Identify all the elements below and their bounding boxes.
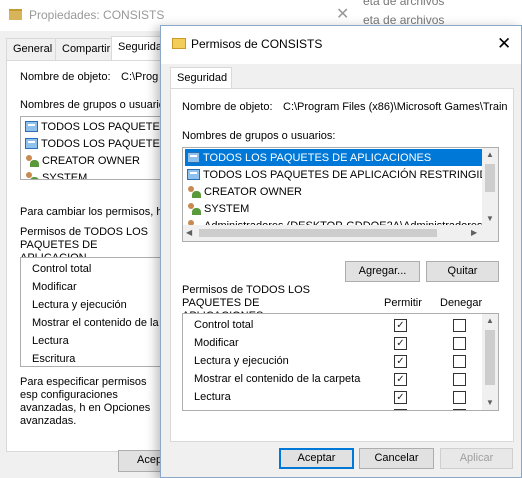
permission-label: Lectura bbox=[32, 335, 69, 347]
scroll-thumb[interactable] bbox=[199, 229, 437, 237]
properties-title: Propiedades: CONSISTS bbox=[29, 8, 165, 22]
deny-checkbox[interactable] bbox=[453, 319, 466, 332]
permission-row: Lectura ✓ bbox=[183, 389, 483, 407]
permission-label: Lectura bbox=[194, 391, 231, 403]
users-list[interactable]: TODOS LOS PAQUETES DE APLICACIONES TODOS… bbox=[182, 147, 499, 242]
scroll-left-icon[interactable]: ◀ bbox=[186, 228, 192, 237]
allow-checkbox[interactable]: ✓ bbox=[394, 373, 407, 386]
scroll-right-icon[interactable]: ▶ bbox=[471, 228, 477, 237]
vertical-scrollbar[interactable]: ▲ ▼ bbox=[482, 314, 498, 410]
list-item[interactable]: TODOS LOS PAQUETE bbox=[25, 135, 160, 152]
users-icon bbox=[187, 202, 201, 215]
object-name-label: Nombre de objeto: bbox=[20, 71, 111, 83]
permission-row: Modificar ✓ bbox=[183, 335, 483, 353]
change-permissions-text: Para cambiar los permisos, ha bbox=[20, 206, 169, 218]
permission-row: Lectura y ejecución ✓ bbox=[183, 353, 483, 371]
permission-row: ✓ bbox=[183, 407, 483, 410]
explorer-item[interactable]: eta de archivos bbox=[363, 0, 444, 8]
permission-label: Modificar bbox=[32, 281, 77, 293]
package-icon bbox=[187, 152, 200, 163]
permissions-list: Control total ✓ Modificar ✓ Lectura y ej… bbox=[182, 313, 499, 411]
permission-label: Control total bbox=[194, 319, 254, 331]
list-item[interactable]: TODOS LOS PAQUETE bbox=[25, 118, 160, 135]
vertical-scrollbar[interactable]: ▲ ▼ bbox=[482, 148, 498, 226]
allow-checkbox[interactable]: ✓ bbox=[394, 409, 407, 410]
list-item[interactable]: TODOS LOS PAQUETES DE APLICACIONES bbox=[185, 149, 483, 166]
ok-button[interactable]: Aceptar bbox=[279, 448, 354, 469]
list-item[interactable]: CREATOR OWNER bbox=[25, 152, 140, 169]
remove-button[interactable]: Quitar bbox=[426, 261, 499, 282]
permission-label: Mostrar el contenido de la carpeta bbox=[194, 373, 361, 385]
cancel-button[interactable]: Cancelar bbox=[359, 448, 434, 469]
users-icon bbox=[25, 154, 39, 167]
allow-checkbox[interactable]: ✓ bbox=[394, 391, 407, 404]
deny-column-header: Denegar bbox=[440, 297, 483, 309]
permission-label: Lectura y ejecución bbox=[194, 355, 289, 367]
scroll-up-icon[interactable]: ▲ bbox=[486, 150, 494, 159]
list-item[interactable]: SYSTEM bbox=[185, 200, 483, 217]
scroll-down-icon[interactable]: ▼ bbox=[486, 398, 494, 407]
package-icon bbox=[187, 169, 200, 180]
dialog-title: Permisos de CONSISTS bbox=[191, 37, 323, 51]
permissions-dialog: Permisos de CONSISTS ✕ Seguridad Nombre … bbox=[160, 25, 522, 478]
allow-checkbox[interactable]: ✓ bbox=[394, 337, 407, 350]
deny-checkbox[interactable] bbox=[453, 391, 466, 404]
dialog-titlebar: Permisos de CONSISTS ✕ bbox=[161, 26, 521, 64]
object-name-value: C:\Prog bbox=[121, 71, 159, 83]
permission-row: Control total ✓ bbox=[183, 317, 483, 335]
add-button[interactable]: Agregar... bbox=[345, 261, 420, 282]
list-item[interactable]: SYSTEM bbox=[25, 169, 87, 179]
allow-checkbox[interactable]: ✓ bbox=[394, 355, 407, 368]
permission-label: Escritura bbox=[32, 353, 76, 365]
folder-icon bbox=[9, 9, 22, 20]
list-item[interactable]: TODOS LOS PAQUETES DE APLICACIÓN RESTRIN… bbox=[185, 166, 487, 183]
folder-icon bbox=[172, 38, 186, 49]
advanced-options-text: Para especificar permisos esp configurac… bbox=[20, 376, 151, 427]
deny-checkbox[interactable] bbox=[453, 355, 466, 368]
scroll-up-icon[interactable]: ▲ bbox=[486, 316, 494, 325]
tab-general[interactable]: General bbox=[6, 38, 60, 60]
deny-checkbox[interactable] bbox=[453, 409, 466, 410]
package-icon bbox=[25, 138, 38, 149]
users-icon bbox=[25, 171, 39, 179]
permission-label: Modificar bbox=[194, 337, 239, 349]
apply-button[interactable]: Aplicar bbox=[440, 448, 513, 469]
list-item[interactable]: CREATOR OWNER bbox=[185, 183, 483, 200]
deny-checkbox[interactable] bbox=[453, 337, 466, 350]
scroll-down-icon[interactable]: ▼ bbox=[486, 214, 494, 223]
allow-column-header: Permitir bbox=[384, 297, 422, 309]
permission-label: Control total bbox=[32, 263, 92, 275]
permission-row: Mostrar el contenido de la carpeta ✓ bbox=[183, 371, 483, 389]
scroll-thumb[interactable] bbox=[485, 164, 495, 192]
object-name-value: C:\Program Files (x86)\Microsoft Games\T… bbox=[283, 101, 508, 113]
groups-label: Nombres de grupos o usuarios: bbox=[20, 99, 174, 111]
horizontal-scrollbar[interactable]: ◀ ▶ bbox=[183, 225, 483, 241]
groups-label: Nombres de grupos o usuarios: bbox=[182, 130, 336, 142]
users-list[interactable]: TODOS LOS PAQUETE TODOS LOS PAQUETE CREA… bbox=[20, 116, 165, 180]
object-name-label: Nombre de objeto: bbox=[182, 101, 273, 113]
permission-label: Lectura y ejecución bbox=[32, 299, 127, 311]
deny-checkbox[interactable] bbox=[453, 373, 466, 386]
scroll-corner bbox=[482, 225, 498, 241]
package-icon bbox=[25, 121, 38, 132]
permissions-list: Control total Modificar Lectura y ejecuc… bbox=[20, 257, 165, 367]
permission-label: Mostrar el contenido de la c bbox=[32, 317, 165, 329]
users-icon bbox=[187, 185, 201, 198]
close-icon[interactable]: ✕ bbox=[336, 4, 349, 24]
scroll-thumb[interactable] bbox=[485, 330, 495, 385]
allow-checkbox[interactable]: ✓ bbox=[394, 319, 407, 332]
tab-seguridad[interactable]: Seguridad bbox=[170, 67, 232, 89]
close-icon[interactable]: ✕ bbox=[497, 34, 511, 54]
tab-compartir[interactable]: Compartir bbox=[55, 38, 118, 60]
